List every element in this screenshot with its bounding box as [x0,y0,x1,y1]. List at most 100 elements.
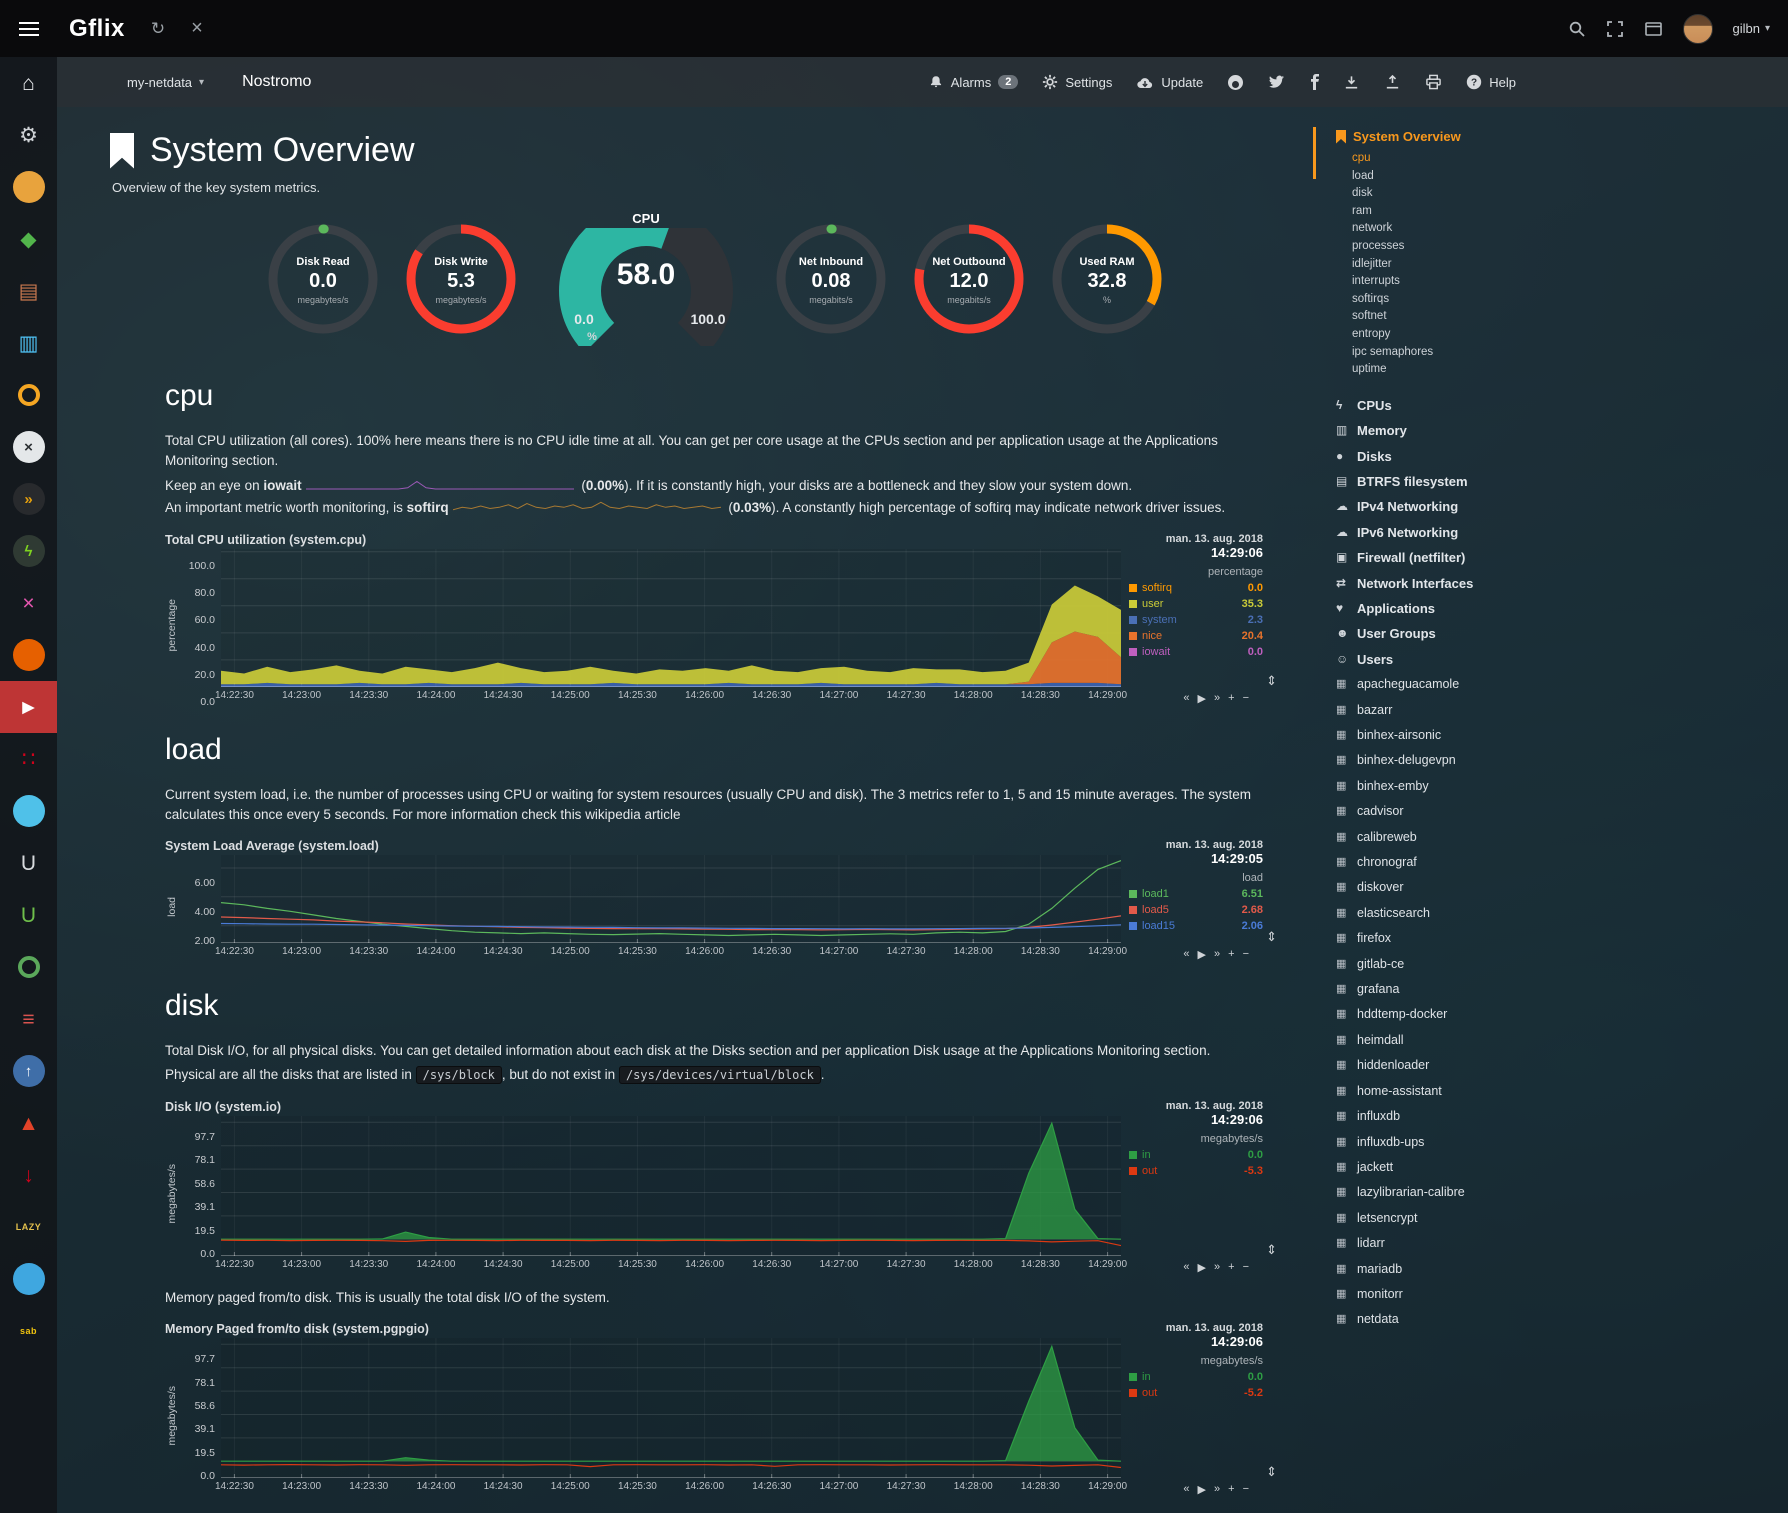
play-button[interactable]: ▶ [1198,692,1206,705]
sidebar-app-firefox-icon[interactable] [0,629,57,681]
zoom-in-button[interactable]: + [1228,948,1234,961]
sidebar-home-icon[interactable]: ⌂ [0,57,57,109]
upload-icon[interactable] [1384,74,1401,90]
legend-row-system[interactable]: system2.3 [1129,614,1263,626]
menu-item-influxdb-ups[interactable]: ▦influxdb-ups [1336,1130,1788,1155]
sidebar-app-sabnzbd-icon[interactable]: sab [0,1305,57,1357]
legend-row-nice[interactable]: nice20.4 [1129,630,1263,642]
menu-subitem-disk[interactable]: disk [1352,185,1788,203]
sidebar-app-chronograf-icon[interactable]: × [0,577,57,629]
sidebar-app-green-ring-icon[interactable] [0,941,57,993]
play-button[interactable]: ▶ [1198,1261,1206,1274]
menu-subitem-network[interactable]: network [1352,220,1788,238]
sidebar-app-lazylibrarian-icon[interactable]: LAZY [0,1201,57,1253]
settings-button[interactable]: Settings [1042,74,1112,90]
zoom-in-button[interactable]: + [1228,1261,1234,1274]
sidebar-app-gitlab-icon[interactable]: ▲ [0,1097,57,1149]
chart-resize-handle[interactable]: ⇕ [1266,1464,1277,1480]
legend-row-load15[interactable]: load152.06 [1129,920,1263,932]
search-icon[interactable] [1568,20,1586,38]
update-button[interactable]: Update [1136,75,1203,90]
sidebar-app-plex-icon[interactable]: » [0,473,57,525]
legend-row-out[interactable]: out-5.3 [1129,1165,1263,1177]
gauge-net-outbound[interactable]: Net Outbound12.0megabits/s [910,221,1028,340]
pan-right-button[interactable]: » [1214,1261,1220,1274]
chart-plot[interactable] [221,855,1121,943]
sidebar-app-unraid-icon[interactable]: U [0,837,57,889]
print-icon[interactable] [1425,74,1442,90]
server-dropdown[interactable]: my-netdata▾ [127,75,204,90]
menu-item-monitorr[interactable]: ▦monitorr [1336,1282,1788,1307]
download-icon[interactable] [1343,74,1360,90]
sidebar-app-emby-icon[interactable]: ◆ [0,213,57,265]
legend-row-load5[interactable]: load52.68 [1129,904,1263,916]
menu-subitem-load[interactable]: load [1352,168,1788,186]
menu-item-elasticsearch[interactable]: ▦elasticsearch [1336,901,1788,926]
gauge-disk-read[interactable]: Disk Read0.0megabytes/s [264,221,382,340]
menu-item-disks[interactable]: ●Disks [1336,444,1788,469]
pan-right-button[interactable]: » [1214,1483,1220,1496]
sidebar-settings-icon[interactable]: ⚙ [0,109,57,161]
menu-item-network-interfaces[interactable]: ⇄Network Interfaces [1336,571,1788,596]
legend-row-in[interactable]: in0.0 [1129,1371,1263,1383]
menu-item-mariadb[interactable]: ▦mariadb [1336,1257,1788,1282]
menu-item-user-groups[interactable]: ☻User Groups [1336,621,1788,646]
menu-subitem-softnet[interactable]: softnet [1352,308,1788,326]
menu-item-ipv4-networking[interactable]: ☁IPv4 Networking [1336,494,1788,519]
refresh-button[interactable]: ↻ [151,19,165,39]
menu-item-ipv6-networking[interactable]: ☁IPv6 Networking [1336,520,1788,545]
pan-right-button[interactable]: » [1214,948,1220,961]
sidebar-app-bars-icon[interactable]: ≡ [0,993,57,1045]
hostname[interactable]: Nostromo [242,73,311,91]
pan-right-button[interactable]: » [1214,692,1220,705]
fullscreen-icon[interactable] [1606,20,1624,38]
sidebar-app-green-u-icon[interactable]: U [0,889,57,941]
user-avatar[interactable] [1683,14,1713,44]
menu-item-chronograf[interactable]: ▦chronograf [1336,850,1788,875]
menu-subitem-cpu[interactable]: cpu [1352,150,1788,168]
chart-plot[interactable] [221,549,1121,687]
menu-item-calibreweb[interactable]: ▦calibreweb [1336,825,1788,850]
chart-plot[interactable] [221,1116,1121,1256]
menu-item-firewall-netfilter-[interactable]: ▣Firewall (netfilter) [1336,545,1788,570]
user-menu[interactable]: gilbn▾ [1733,21,1771,36]
legend-row-iowait[interactable]: iowait0.0 [1129,646,1263,658]
legend-row-softirq[interactable]: softirq0.0 [1129,582,1263,594]
sidebar-app-red-arrow-icon[interactable]: ↓ [0,1149,57,1201]
zoom-out-button[interactable]: − [1243,948,1249,961]
legend-row-out[interactable]: out-5.2 [1129,1387,1263,1399]
legend-row-in[interactable]: in0.0 [1129,1149,1263,1161]
sidebar-app-equalizer-icon[interactable]: ▥ [0,317,57,369]
menu-subitem-idlejitter[interactable]: idlejitter [1352,256,1788,274]
zoom-in-button[interactable]: + [1228,1483,1234,1496]
menu-subitem-uptime[interactable]: uptime [1352,361,1788,379]
sidebar-app-red-dots-icon[interactable]: ∷ [0,733,57,785]
facebook-icon[interactable] [1309,74,1319,90]
chart-resize-handle[interactable]: ⇕ [1266,673,1277,689]
menu-item-system-overview[interactable]: System Overview [1336,129,1788,144]
zoom-out-button[interactable]: − [1243,692,1249,705]
menu-item-memory[interactable]: ▥Memory [1336,418,1788,443]
menu-item-users[interactable]: ☺Users [1336,647,1788,672]
menu-item-influxdb[interactable]: ▦influxdb [1336,1104,1788,1129]
gauge-net-inbound[interactable]: Net Inbound0.08megabits/s [772,221,890,340]
menu-item-cpus[interactable]: ϟCPUs [1336,393,1788,418]
menu-item-lazylibrarian-calibre[interactable]: ▦lazylibrarian-calibre [1336,1180,1788,1205]
menu-item-apacheguacamole[interactable]: ▦apacheguacamole [1336,672,1788,697]
menu-subitem-entropy[interactable]: entropy [1352,326,1788,344]
menu-item-hiddenloader[interactable]: ▦hiddenloader [1336,1053,1788,1078]
sidebar-app-stack-icon[interactable]: ▤ [0,265,57,317]
menu-subitem-processes[interactable]: processes [1352,238,1788,256]
menu-item-jackett[interactable]: ▦jackett [1336,1155,1788,1180]
menu-subitem-interrupts[interactable]: interrupts [1352,273,1788,291]
menu-item-letsencrypt[interactable]: ▦letsencrypt [1336,1206,1788,1231]
menu-item-applications[interactable]: ♥Applications [1336,596,1788,621]
pan-left-button[interactable]: « [1183,1261,1189,1274]
menu-item-bazarr[interactable]: ▦bazarr [1336,698,1788,723]
github-icon[interactable] [1227,74,1244,91]
pan-left-button[interactable]: « [1183,692,1189,705]
zoom-out-button[interactable]: − [1243,1261,1249,1274]
play-button[interactable]: ▶ [1198,948,1206,961]
menu-subitem-ram[interactable]: ram [1352,203,1788,221]
sidebar-app-white-circle-icon[interactable]: × [0,421,57,473]
